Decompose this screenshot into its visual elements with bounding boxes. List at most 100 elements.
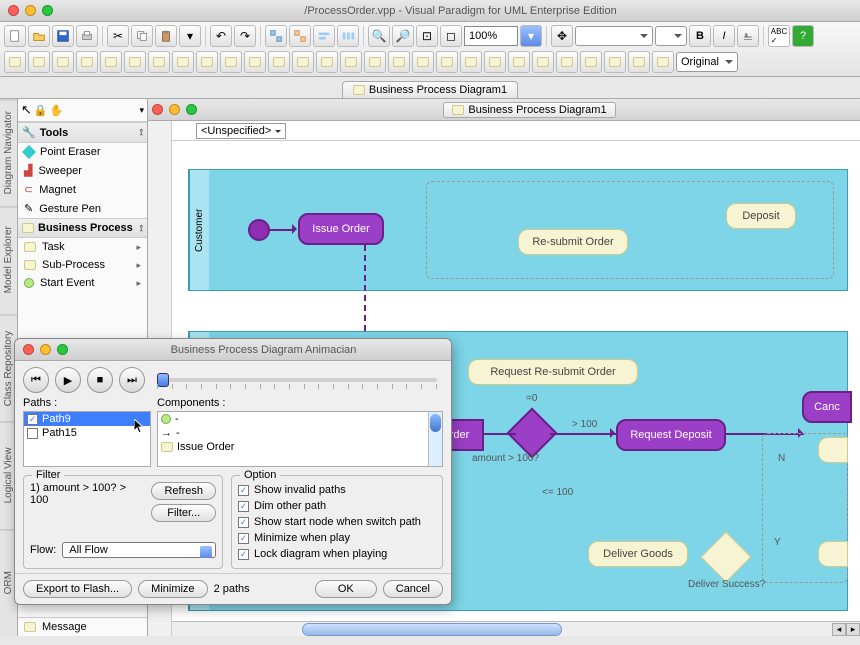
- activity-right-cut[interactable]: [818, 541, 848, 567]
- tb2-20[interactable]: [460, 51, 482, 73]
- tb2-27[interactable]: [628, 51, 650, 73]
- dialog-min-button[interactable]: [40, 344, 51, 355]
- activity-request-resubmit[interactable]: Request Re-submit Order: [468, 359, 638, 385]
- tb2-9[interactable]: [196, 51, 218, 73]
- paste-button[interactable]: [155, 25, 177, 47]
- forward-button[interactable]: ⏭: [119, 367, 145, 393]
- activity-resubmit[interactable]: Re-submit Order: [518, 229, 628, 255]
- zoom-fit-button[interactable]: ⊡: [416, 25, 438, 47]
- opt-lock-diagram[interactable]: ✓Lock diagram when playing: [238, 546, 436, 562]
- dialog-close-button[interactable]: [23, 344, 34, 355]
- tb2-2[interactable]: [28, 51, 50, 73]
- path-item-path9[interactable]: ✓Path9: [24, 412, 150, 426]
- sidetab-model-explorer[interactable]: Model Explorer: [0, 206, 17, 313]
- tb2-11[interactable]: [244, 51, 266, 73]
- checkbox-icon[interactable]: [27, 428, 38, 439]
- tb2-14[interactable]: [316, 51, 338, 73]
- tb2-24[interactable]: [556, 51, 578, 73]
- redo-button[interactable]: ↷: [234, 25, 256, 47]
- lock-icon[interactable]: 🔒: [34, 104, 48, 117]
- new-button[interactable]: [4, 25, 26, 47]
- spellcheck-icon[interactable]: ABC✓: [768, 25, 790, 47]
- save-button[interactable]: [52, 25, 74, 47]
- paste-dropdown[interactable]: ▾: [179, 25, 201, 47]
- component-item-1[interactable]: →-: [158, 426, 442, 440]
- paths-listbox[interactable]: ✓Path9 Path15: [23, 411, 151, 467]
- activity-deliver-goods[interactable]: Deliver Goods: [588, 541, 688, 567]
- tb2-26[interactable]: [604, 51, 626, 73]
- opt-minimize-play[interactable]: ✓Minimize when play: [238, 530, 436, 546]
- bp-message[interactable]: Message: [18, 617, 147, 636]
- tool-gesture-pen[interactable]: ✎Gesture Pen: [18, 199, 147, 218]
- tb2-15[interactable]: [340, 51, 362, 73]
- tb2-19[interactable]: [436, 51, 458, 73]
- stop-button[interactable]: ■: [87, 367, 113, 393]
- components-scrollbar[interactable]: [428, 412, 442, 466]
- group-button[interactable]: [265, 25, 287, 47]
- checkbox-icon[interactable]: ✓: [27, 414, 38, 425]
- tb2-10[interactable]: [220, 51, 242, 73]
- dialog-zoom-button[interactable]: [57, 344, 68, 355]
- tools-section-header[interactable]: 🔧 Tools ⟟: [18, 122, 147, 143]
- italic-button[interactable]: I: [713, 25, 735, 47]
- activity-issue-order[interactable]: Issue Order: [298, 213, 384, 245]
- tb2-22[interactable]: [508, 51, 530, 73]
- tb2-25[interactable]: [580, 51, 602, 73]
- scroll-left-button[interactable]: ◂: [832, 623, 846, 636]
- activity-deposit[interactable]: Deposit: [726, 203, 796, 229]
- fontsize-combo[interactable]: [655, 26, 687, 46]
- tb2-5[interactable]: [100, 51, 122, 73]
- rewind-button[interactable]: ⏮: [23, 367, 49, 393]
- ungroup-button[interactable]: [289, 25, 311, 47]
- activity-right-cut2[interactable]: [818, 437, 848, 463]
- underline-button[interactable]: ⎁: [737, 25, 759, 47]
- undo-button[interactable]: ↶: [210, 25, 232, 47]
- bp-task[interactable]: Task▸: [18, 238, 147, 256]
- opt-show-start[interactable]: ✓Show start node when switch path: [238, 514, 436, 530]
- path-item-path15[interactable]: Path15: [24, 426, 150, 440]
- tb2-13[interactable]: [292, 51, 314, 73]
- scroll-right-button[interactable]: ▸: [846, 623, 860, 636]
- start-event-node[interactable]: [248, 219, 270, 241]
- tb2-1[interactable]: [4, 51, 26, 73]
- print-button[interactable]: [76, 25, 98, 47]
- bp-start-event[interactable]: Start Event▸: [18, 274, 147, 292]
- tool-point-eraser[interactable]: Point Eraser: [18, 143, 147, 161]
- bp-subprocess[interactable]: Sub-Process▸: [18, 256, 147, 274]
- copy-button[interactable]: [131, 25, 153, 47]
- tb2-6[interactable]: [124, 51, 146, 73]
- cut-button[interactable]: ✂: [107, 25, 129, 47]
- tb2-17[interactable]: [388, 51, 410, 73]
- bold-button[interactable]: B: [689, 25, 711, 47]
- sidetab-diagram-navigator[interactable]: Diagram Navigator: [0, 99, 17, 206]
- tb2-12[interactable]: [268, 51, 290, 73]
- close-window-button[interactable]: [8, 5, 19, 16]
- export-flash-button[interactable]: Export to Flash...: [23, 580, 132, 598]
- bp-section-header[interactable]: Business Process ⟟: [18, 218, 147, 238]
- original-combo[interactable]: Original: [676, 52, 738, 72]
- tb2-16[interactable]: [364, 51, 386, 73]
- pointer-icon[interactable]: ↖: [21, 102, 32, 118]
- minimize-window-button[interactable]: [25, 5, 36, 16]
- collapse-icon[interactable]: ▾: [139, 105, 144, 116]
- zoom-in-button[interactable]: 🔍: [368, 25, 390, 47]
- zoom-out-button[interactable]: 🔎: [392, 25, 414, 47]
- opt-invalid-paths[interactable]: ✓Show invalid paths: [238, 482, 436, 498]
- tb2-23[interactable]: [532, 51, 554, 73]
- zoom-window-button[interactable]: [42, 5, 53, 16]
- timeline-slider[interactable]: [157, 378, 437, 382]
- refresh-button[interactable]: Refresh: [151, 482, 216, 500]
- zoom-dropdown[interactable]: ▾: [520, 25, 542, 47]
- tb2-7[interactable]: [148, 51, 170, 73]
- tb2-3[interactable]: [52, 51, 74, 73]
- tb2-4[interactable]: [76, 51, 98, 73]
- unspecified-dropdown[interactable]: <Unspecified>: [196, 123, 286, 139]
- activity-canc[interactable]: Canc: [802, 391, 852, 423]
- diagram-tab[interactable]: Business Process Diagram1: [342, 81, 518, 98]
- activity-request-deposit[interactable]: Request Deposit: [616, 419, 726, 451]
- filter-button[interactable]: Filter...: [151, 504, 216, 522]
- tool-sweeper[interactable]: ▟Sweeper: [18, 161, 147, 180]
- scroll-thumb[interactable]: [302, 623, 562, 636]
- help-button[interactable]: ?: [792, 25, 814, 47]
- canvas-zoom-button[interactable]: [186, 104, 197, 115]
